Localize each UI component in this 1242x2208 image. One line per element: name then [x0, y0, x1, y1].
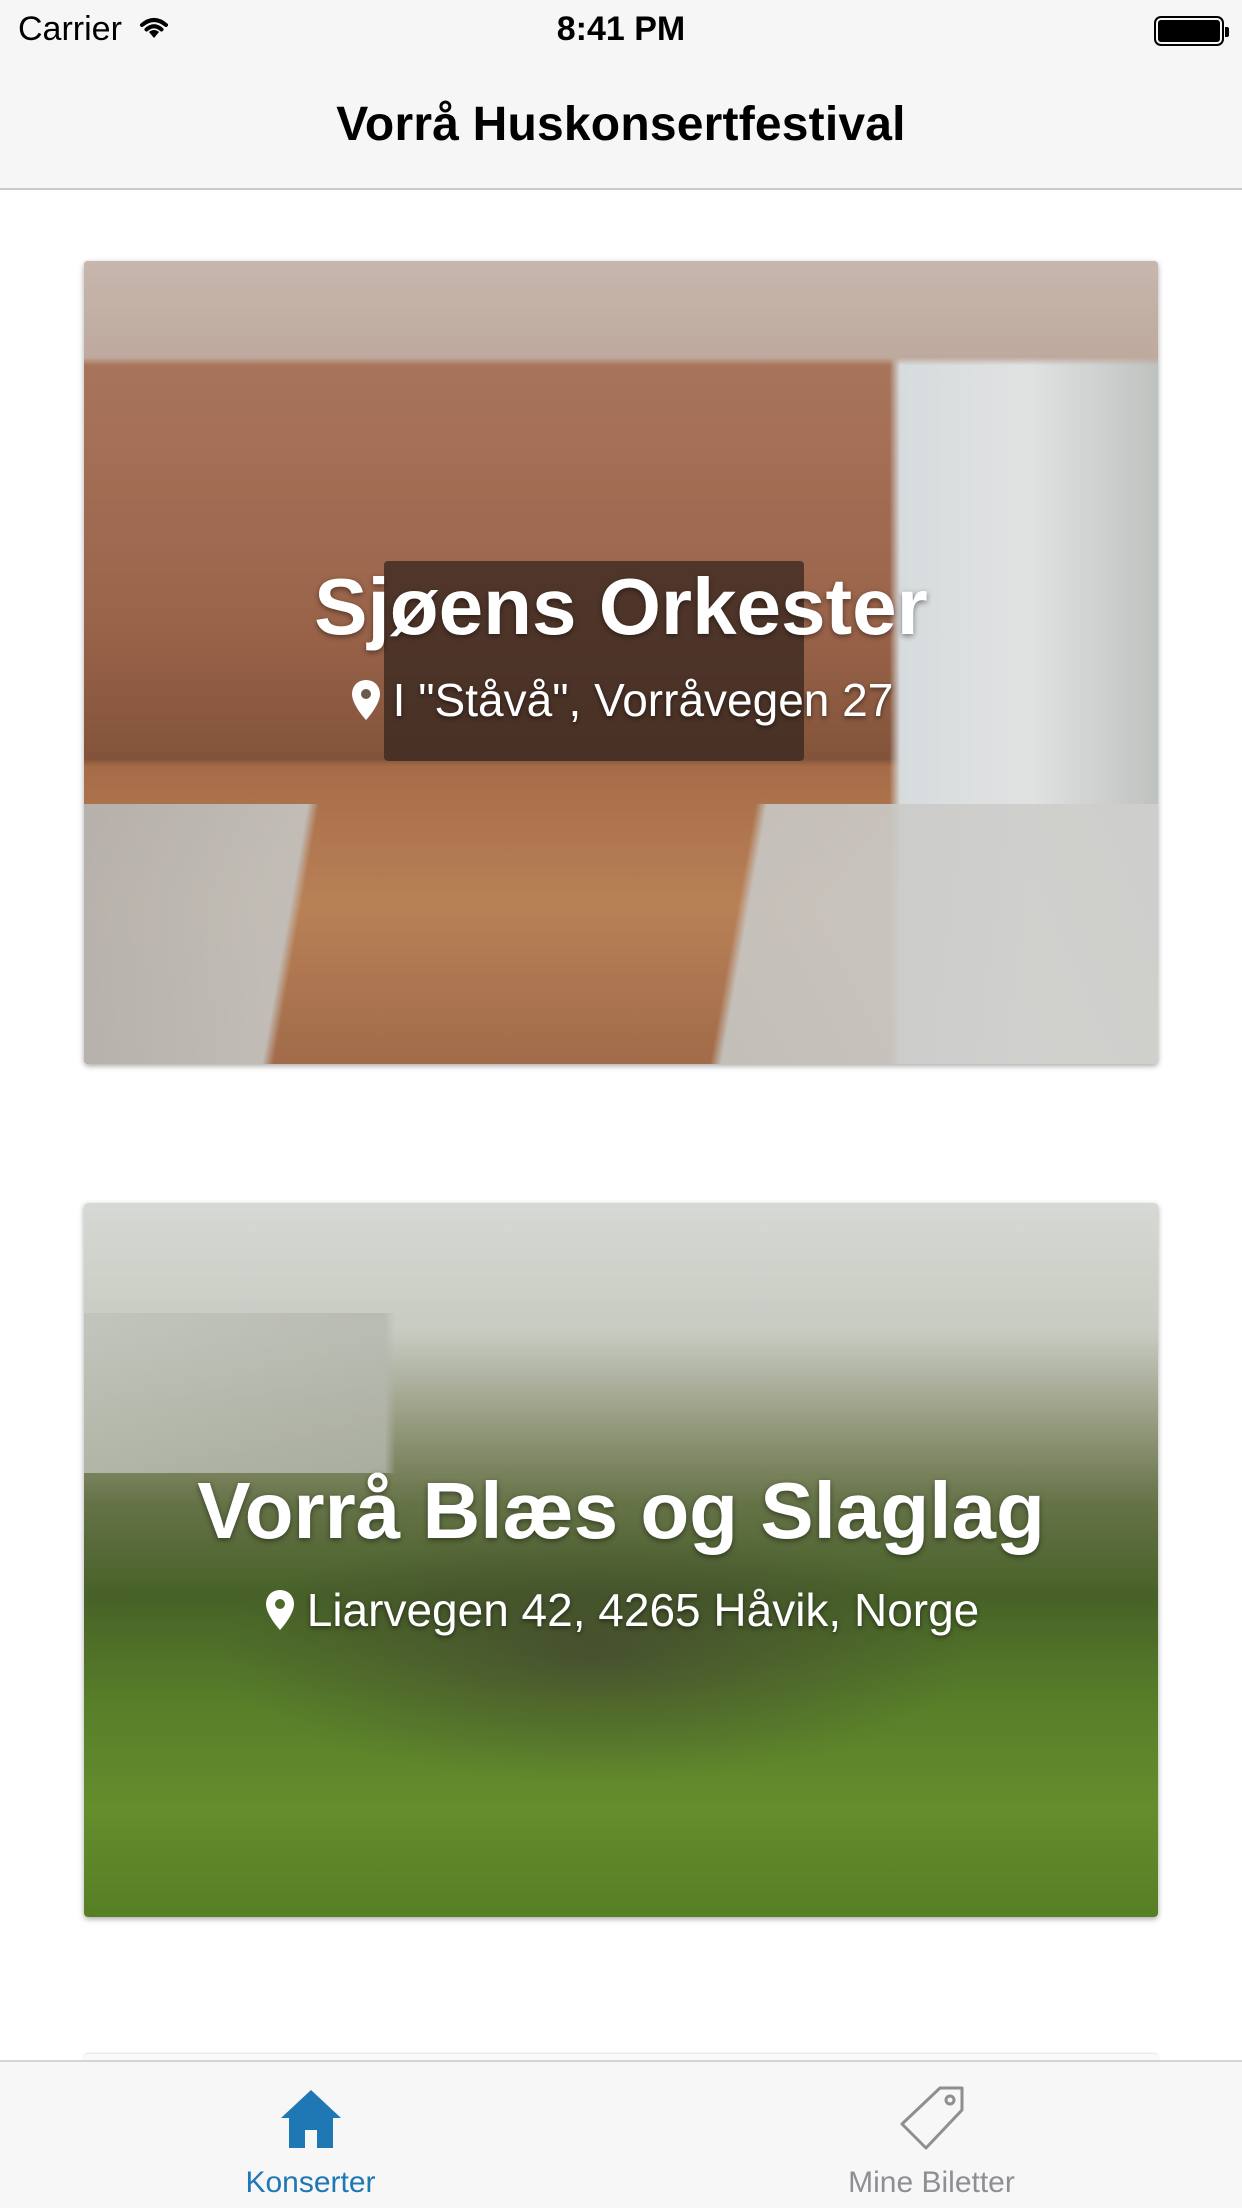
concert-address-row: Liarvegen 42, 4265 Håvik, Norge [84, 1583, 1158, 1637]
concert-card[interactable]: Sjøens Orkester I "Ståvå", Vorråvegen 27 [84, 261, 1158, 1064]
battery-fill [1158, 20, 1220, 42]
concert-address: I "Ståvå", Vorråvegen 27 [392, 674, 894, 726]
photo-overlay [84, 1203, 1158, 1917]
page-title: Vorrå Huskonsertfestival [336, 97, 906, 151]
concert-title: Vorrå Blæs og Slaglag [197, 1466, 1045, 1555]
concert-card[interactable]: Vorrå Blæs og Slaglag Liarvegen 42, 4265… [84, 1203, 1158, 1917]
status-time: 8:41 PM [556, 10, 686, 48]
tag-icon [900, 2086, 963, 2150]
concert-title: Sjøens Orkester [314, 562, 928, 651]
battery-icon [1154, 16, 1229, 46]
location-pin-icon [351, 680, 380, 720]
home-icon [280, 2090, 341, 2148]
concert-address-row: I "Ståvå", Vorråvegen 27 [84, 673, 1158, 727]
concert-list[interactable]: Sjøens Orkester I "Ståvå", Vorråvegen 27… [0, 192, 1242, 2060]
navigation-bar: Vorrå Huskonsertfestival [0, 60, 1242, 190]
tab-konserter[interactable]: Konserter [0, 2062, 621, 2208]
tab-mine-biletter[interactable]: Mine Biletter [621, 2062, 1242, 2208]
photo-overlay [84, 261, 1158, 1064]
tab-label: Mine Biletter [848, 2166, 1015, 2199]
tab-label: Konserter [245, 2166, 376, 2199]
status-bar: Carrier 8:41 PM [0, 0, 1242, 60]
concert-address: Liarvegen 42, 4265 Håvik, Norge [306, 1584, 980, 1636]
tab-bar: Konserter Mine Biletter [0, 2060, 1242, 2208]
location-pin-icon [265, 1590, 294, 1630]
